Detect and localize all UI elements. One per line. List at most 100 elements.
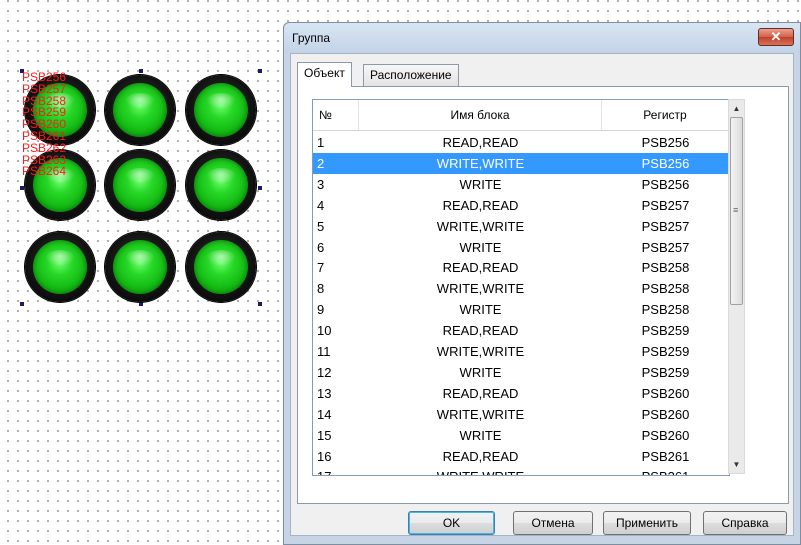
row-number: 14 (317, 406, 332, 422)
row-block-name: READ,READ (442, 385, 519, 401)
row-register: PSB257 (641, 239, 690, 255)
close-button[interactable]: ✕ (758, 28, 794, 46)
row-register: PSB256 (641, 135, 690, 150)
green-lamp[interactable] (25, 232, 95, 302)
row-number: 10 (317, 323, 332, 339)
row-number: 9 (317, 302, 325, 318)
row-block-name: WRITE (459, 176, 502, 192)
row-number: 11 (317, 344, 331, 359)
green-lamp[interactable] (186, 75, 256, 145)
table-row[interactable]: 6 WRITE PSB257 (313, 237, 729, 258)
row-block-name: WRITE,WRITE (359, 152, 602, 174)
row-block-name: READ,READ (442, 135, 519, 150)
row-register: PSB258 (641, 281, 690, 297)
grip-icon: ≡ (733, 205, 739, 215)
tab-object[interactable]: Объект (297, 62, 352, 87)
dialog-titlebar[interactable]: Группа ✕ (284, 23, 800, 53)
row-register: PSB259 (641, 344, 690, 359)
row-register: PSB258 (641, 302, 690, 318)
row-block-name: WRITE,WRITE (436, 406, 525, 422)
row-number: 6 (317, 239, 325, 255)
row-register: PSB256 (602, 152, 729, 174)
table-row[interactable]: 7 READ,READ PSB258 (313, 257, 729, 278)
table-row[interactable]: 8 WRITE,WRITE PSB258 (313, 278, 729, 299)
scroll-down-arrow-icon[interactable]: ▼ (729, 456, 744, 473)
row-register: PSB261 (641, 448, 690, 464)
selection-handle[interactable] (258, 186, 262, 190)
table-row[interactable]: 17WRITE,WRITEPSB261 (313, 466, 729, 475)
row-register: PSB256 (641, 176, 690, 192)
selection-handle[interactable] (139, 302, 143, 306)
table-row[interactable]: 5 WRITE,WRITE PSB257 (313, 216, 729, 237)
row-block-name: WRITE,WRITE (436, 218, 525, 234)
group-dialog: Группа ✕ Объект Расположение № Имя блока… (283, 22, 801, 545)
column-header-register[interactable]: Регистр (602, 100, 729, 131)
row-register: PSB258 (641, 260, 690, 276)
help-button[interactable]: Справка (703, 511, 787, 535)
row-number: 8 (317, 281, 325, 297)
row-number: 1 (317, 135, 325, 150)
row-register: PSB260 (641, 427, 690, 443)
table-row[interactable]: 4 READ,READ PSB257 (313, 195, 729, 216)
column-header-number[interactable]: № (313, 100, 359, 131)
scrollbar-thumb[interactable]: ≡ (730, 117, 743, 305)
table-row[interactable]: 10 READ,READ PSB259 (313, 320, 729, 341)
table-row[interactable]: 3 WRITE PSB256 (313, 174, 729, 195)
row-block-name: WRITE (459, 302, 502, 318)
blocks-table[interactable]: № Имя блока Регистр 1 READ,READ PSB256 2 WRI… (312, 99, 730, 476)
row-number: 4 (317, 197, 325, 213)
selection-handle[interactable] (20, 302, 24, 306)
green-lamp[interactable] (105, 150, 175, 220)
green-lamp[interactable] (186, 232, 256, 302)
green-lamp[interactable] (186, 150, 256, 220)
row-block-name: WRITE (459, 427, 502, 443)
row-number: 12 (317, 364, 332, 380)
selection-handle[interactable] (258, 302, 262, 306)
row-block-name: READ,READ (442, 197, 519, 213)
table-row[interactable]: 13 READ,READ PSB260 (313, 383, 729, 404)
table-row[interactable]: 9 WRITE PSB258 (313, 299, 729, 320)
green-lamp[interactable] (105, 232, 175, 302)
vertical-scrollbar[interactable]: ▲ ≡ ▼ (728, 99, 745, 474)
row-block-name: WRITE (459, 239, 502, 255)
column-header-block-name[interactable]: Имя блока (359, 100, 602, 131)
tab-layout[interactable]: Расположение (363, 64, 459, 86)
row-number: 2 (313, 152, 359, 174)
table-row[interactable]: 15 WRITE PSB260 (313, 425, 729, 446)
cancel-button[interactable]: Отмена (513, 511, 593, 535)
ok-button[interactable]: OK (408, 511, 495, 535)
row-block-name: WRITE,WRITE (436, 344, 525, 359)
green-lamp[interactable] (105, 75, 175, 145)
row-number: 5 (317, 218, 325, 234)
row-number: 17 (313, 466, 359, 475)
table-row[interactable]: 11 WRITE,WRITE PSB259 (313, 341, 729, 362)
row-register: PSB260 (641, 406, 690, 422)
table-row[interactable]: 2 WRITE,WRITE PSB256 (313, 152, 729, 174)
row-block-name: WRITE,WRITE (359, 466, 602, 475)
selection-handle[interactable] (258, 69, 262, 73)
row-register: PSB257 (641, 197, 690, 213)
apply-button[interactable]: Применить (603, 511, 691, 535)
row-block-name: READ,READ (442, 323, 519, 339)
dialog-title: Группа (292, 31, 331, 45)
row-number: 13 (317, 385, 332, 401)
row-number: 3 (317, 176, 325, 192)
row-number: 15 (317, 427, 332, 443)
table-row[interactable]: 12 WRITE PSB259 (313, 362, 729, 383)
row-block-name: WRITE (459, 364, 502, 380)
selection-handle[interactable] (20, 186, 24, 190)
scroll-up-arrow-icon[interactable]: ▲ (729, 100, 744, 117)
selection-handle[interactable] (139, 69, 143, 73)
dialog-client-area: Объект Расположение № Имя блока Регистр … (290, 53, 794, 536)
row-block-name: READ,READ (442, 448, 519, 464)
row-register: PSB259 (641, 323, 690, 339)
register-labels: PSB256 PSB257 PSB258 PSB259 PSB260 PSB26… (22, 71, 67, 179)
row-block-name: WRITE,WRITE (436, 281, 525, 297)
row-number: 7 (317, 260, 325, 276)
table-row[interactable]: 14 WRITE,WRITE PSB260 (313, 404, 729, 425)
table-row[interactable]: 16 READ,READ PSB261 (313, 446, 729, 467)
row-register: PSB259 (641, 364, 690, 380)
row-number: 16 (317, 448, 332, 464)
table-row[interactable]: 1 READ,READ PSB256 (313, 132, 729, 153)
register-label: PSB264 (22, 164, 67, 179)
